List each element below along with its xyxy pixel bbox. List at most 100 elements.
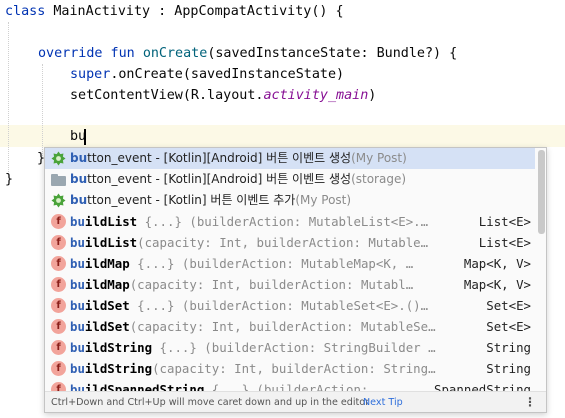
template-description: tton_event - [Kotlin][Android] 버튼 이벤트 생성 [87,151,352,165]
function-icon-glyph: f [51,256,66,271]
scrollbar-thumb[interactable] [538,150,545,234]
completion-item[interactable]: f buildMap {...} (builderAction: MutableM… [45,253,535,274]
keyword: super [70,67,111,82]
function-icon: f [51,298,66,313]
call-text: setContentView(R.layout. [70,88,264,103]
completion-item-text: buildString {...} (builderAction: String… [70,337,436,358]
completion-item[interactable]: f buildSet {...} (builderAction: MutableS… [45,295,535,316]
indent-guide [8,22,9,172]
completion-item[interactable]: f buildList(capacity: Int, builderAction:… [45,232,535,253]
function-icon: f [51,277,66,292]
template-source: (My Post) [351,151,407,165]
function-icon: f [51,319,66,334]
completion-popup[interactable]: button_event - [Kotlin][Android] 버튼 이벤트 … [44,147,547,413]
call-text: .onCreate(savedInstanceState) [110,67,345,82]
function-signature: (capacity: Int, builderAction: Mutabl… [129,277,414,292]
text-caret [84,129,86,145]
completion-item-text: buildList {...} (builderAction: MutableL… [70,211,428,232]
function-icon: f [51,214,66,229]
function-name: onCreate [142,46,208,61]
completion-item[interactable]: f buildList {...} (builderAction: Mutable… [45,211,535,232]
match-prefix: bu [70,298,85,313]
return-type: String [486,340,531,355]
function-icon-glyph: f [51,340,66,355]
match-prefix: bu [70,361,85,376]
completion-item-text: buildList(capacity: Int, builderAction: … [70,232,428,253]
completion-item[interactable]: button_event - [Kotlin][Android] 버튼 이벤트 … [45,169,535,190]
function-name: ildString [84,340,153,355]
completion-item[interactable]: f buildString {...} (builderAction: Strin… [45,337,535,358]
match-prefix: bu [70,151,88,165]
return-type: Set<E> [486,298,531,313]
function-icon-glyph: f [51,298,66,313]
footer-hint: Ctrl+Down and Ctrl+Up will move caret do… [51,397,370,408]
match-prefix: bu [70,235,85,250]
completion-item[interactable]: f buildString(capacity: Int, builderActio… [45,358,535,379]
completion-item[interactable]: f buildMap(capacity: Int, builderAction: … [45,274,535,295]
function-icon: f [51,235,66,250]
function-icon-glyph: f [51,319,66,334]
return-type: Map<K, V> [463,277,531,292]
completion-footer: Ctrl+Down and Ctrl+Up will move caret do… [45,391,546,412]
resource-reference: activity_main [263,88,369,103]
class-declaration: MainActivity : AppCompatActivity() { [45,4,344,19]
function-icon-glyph: f [51,214,66,229]
match-prefix: bu [70,340,85,355]
template-source: (My Post) [295,193,352,207]
live-template-glyph [51,151,66,166]
match-prefix: bu [70,172,88,186]
function-icon: f [51,256,66,271]
function-name: ildList [84,214,138,229]
function-icon-glyph: f [51,277,66,292]
match-prefix: bu [70,256,85,271]
match-prefix: bu [70,193,88,207]
function-name: ildMap [84,256,130,271]
return-type: Set<E> [486,319,531,334]
function-icon-glyph: f [51,361,66,376]
code-line-1: class MainActivity : AppCompatActivity()… [5,1,344,22]
function-name: ildString [84,361,153,376]
code-line-5: setContentView(R.layout.activity_main) [70,85,376,106]
completion-item-text: button_event - [Kotlin][Android] 버튼 이벤트 … [70,148,407,169]
template-source: (storage) [351,172,407,186]
folder-icon-shape [51,174,66,186]
completion-item-text: button_event - [Kotlin] 버튼 이벤트 추가(My Pos… [70,190,351,211]
function-signature: {...} (builderAction: MutableList<E>.… [137,214,429,229]
template-description: tton_event - [Kotlin][Android] 버튼 이벤트 생성 [87,172,352,186]
next-tip-link[interactable]: Next Tip [363,392,403,412]
live-template-glyph [51,193,66,208]
completion-item-text: buildSet(capacity: Int, builderAction: M… [70,316,436,337]
completion-item-text: buildString(capacity: Int, builderAction… [70,358,436,379]
match-prefix: bu [70,214,85,229]
keyword: override fun [38,46,135,61]
more-options-icon[interactable]: ⋮ [524,392,536,412]
function-signature: (capacity: Int, builderAction: MutableSe… [129,319,436,334]
code-line-4: super.onCreate(savedInstanceState) [70,64,344,85]
return-type: String [486,361,531,376]
live-template-icon [51,151,66,166]
completion-item-text: button_event - [Kotlin][Android] 버튼 이벤트 … [70,169,406,190]
function-signature: {...} (builderAction: StringBuilder … [152,340,436,355]
parameters: (savedInstanceState: Bundle?) { [207,46,458,61]
indent-guide [42,64,43,156]
completion-item[interactable]: button_event - [Kotlin] 버튼 이벤트 추가(My Pos… [45,190,535,211]
function-signature: (capacity: Int, builderAction: String… [152,361,436,376]
function-signature: {...} (builderAction: MutableSet<E>.()… [129,298,429,313]
function-signature: (capacity: Int, builderAction: Mutable… [137,235,429,250]
call-close: ) [368,88,377,103]
function-icon-glyph: f [51,235,66,250]
template-description: tton_event - [Kotlin] 버튼 이벤트 추가 [87,193,296,207]
completion-item[interactable]: f buildSet(capacity: Int, builderAction: … [45,316,535,337]
function-name: ildMap [84,277,130,292]
completion-item[interactable]: button_event - [Kotlin][Android] 버튼 이벤트 … [45,148,535,169]
function-icon: f [51,361,66,376]
keyword: class [5,4,46,19]
return-type: List<E> [478,214,531,229]
closing-brace: } [5,172,14,187]
function-signature: {...} (builderAction: MutableMap<K, … [129,256,414,271]
live-template-icon [51,193,66,208]
function-name: ildList [84,235,138,250]
code-line-3: override fun onCreate(savedInstanceState… [38,43,457,64]
completion-item-text: buildMap(capacity: Int, builderAction: M… [70,274,413,295]
function-name: ildSet [84,319,130,334]
